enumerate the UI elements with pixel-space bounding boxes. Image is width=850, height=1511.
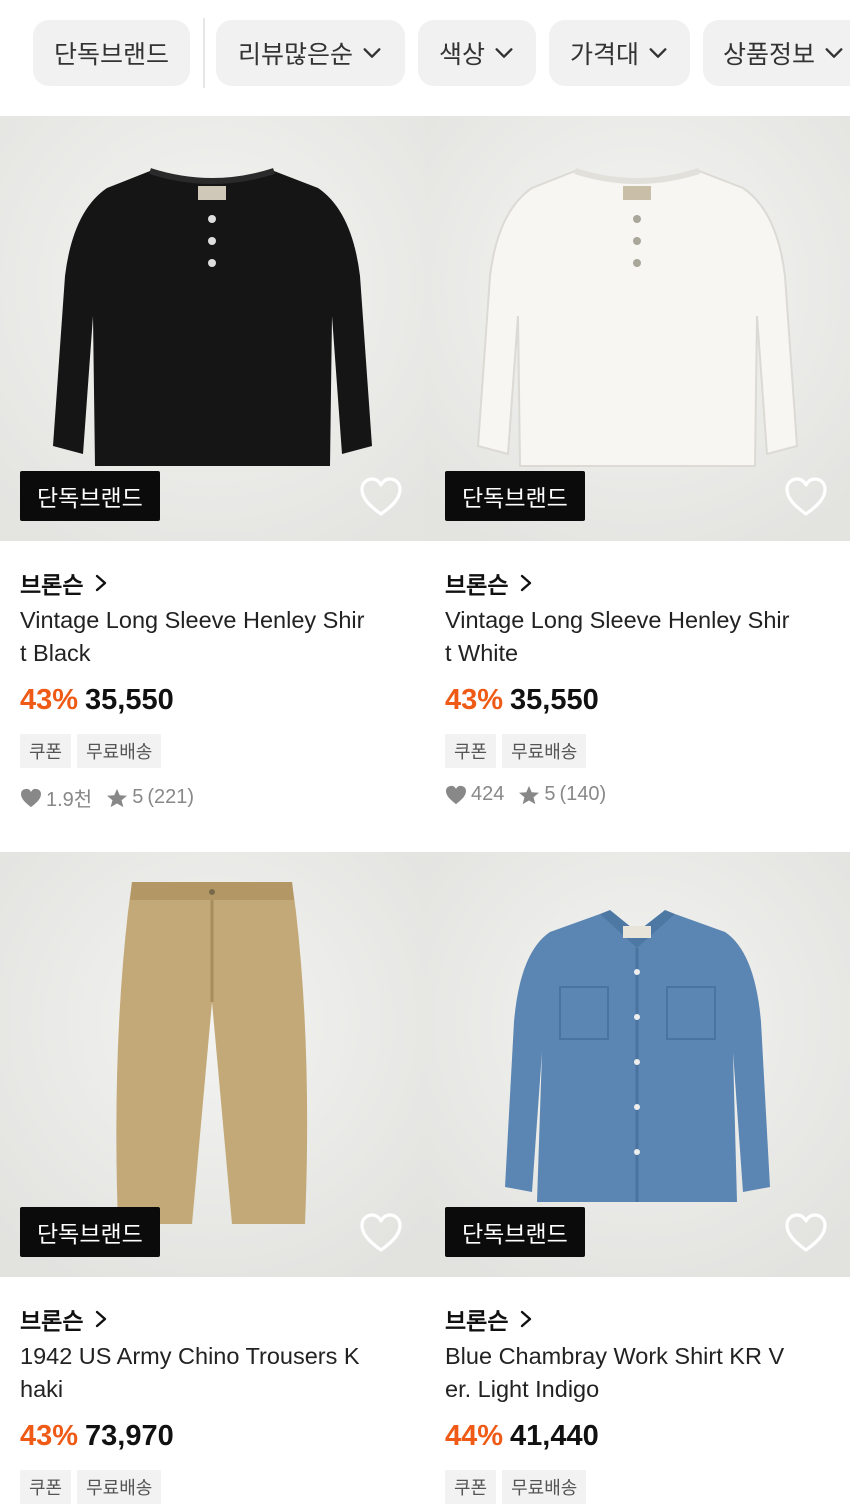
filter-chip-color[interactable]: 색상 (418, 20, 536, 86)
price-amount: 35,550 (510, 684, 599, 716)
review-count: (140) (559, 783, 607, 805)
tag-list: 쿠폰 무료배송 (20, 734, 162, 768)
product-image[interactable]: 단독브랜드 (0, 116, 425, 541)
price-row: 43% 35,550 (20, 684, 174, 717)
filter-chip-sort[interactable]: 리뷰많은순 (216, 20, 405, 86)
product-card[interactable]: 단독브랜드 브론슨 Vintage Long Sleeve Henley Shi… (0, 116, 425, 836)
exclusive-brand-badge: 단독브랜드 (20, 1207, 160, 1257)
product-title[interactable]: Vintage Long Sleeve Henley Shirt White (445, 604, 790, 670)
chevron-right-icon (96, 574, 107, 592)
exclusive-brand-badge: 단독브랜드 (445, 471, 585, 521)
chevron-right-icon (96, 1310, 107, 1328)
brand-name: 브론슨 (445, 573, 509, 599)
filter-chip-label: 색상 (438, 40, 485, 69)
coupon-tag: 쿠폰 (20, 734, 72, 768)
filter-chip-label: 상품정보 (723, 40, 816, 69)
discount-rate: 44% (445, 1420, 504, 1452)
filter-chip-label: 리뷰많은순 (237, 40, 353, 69)
filter-chip-price[interactable]: 가격대 (549, 20, 690, 86)
brand-link[interactable]: 브론슨 (445, 1302, 534, 1336)
heart-icon[interactable] (359, 477, 403, 517)
filter-chip-exclusive-brand[interactable]: 단독브랜드 (33, 20, 190, 86)
tag-list: 쿠폰 무료배송 (445, 1470, 587, 1504)
product-card[interactable]: 단독브랜드 브론슨 1942 US Army Chino Trousers Kh… (0, 852, 425, 1511)
price-amount: 35,550 (85, 684, 174, 716)
heart-filled-icon (446, 785, 466, 804)
coupon-tag: 쿠폰 (445, 1470, 497, 1504)
product-title[interactable]: 1942 US Army Chino Trousers Khaki (20, 1340, 365, 1406)
brand-link[interactable]: 브론슨 (20, 1302, 109, 1336)
coupon-tag: 쿠폰 (445, 734, 497, 768)
rating-value: 5 (132, 786, 144, 808)
filter-chip-product-info[interactable]: 상품정보 (703, 20, 850, 86)
product-image[interactable]: 단독브랜드 (0, 852, 425, 1277)
chevron-down-icon (495, 48, 513, 58)
chevron-down-icon (825, 48, 843, 58)
heart-filled-icon (21, 788, 41, 807)
tag-list: 쿠폰 무료배송 (445, 734, 587, 768)
free-shipping-tag: 무료배송 (502, 1470, 587, 1504)
tag-list: 쿠폰 무료배송 (20, 1470, 162, 1504)
review-count: (221) (147, 786, 195, 808)
product-image[interactable]: 단독브랜드 (425, 852, 850, 1277)
filter-chip-label: 단독브랜드 (53, 40, 169, 69)
free-shipping-tag: 무료배송 (77, 734, 162, 768)
price-row: 43% 35,550 (445, 684, 599, 717)
discount-rate: 43% (20, 1420, 79, 1452)
heart-icon[interactable] (784, 1213, 828, 1253)
coupon-tag: 쿠폰 (20, 1470, 72, 1504)
chevron-down-icon (649, 48, 667, 58)
brand-link[interactable]: 브론슨 (20, 566, 109, 600)
price-amount: 73,970 (85, 1420, 174, 1452)
price-row: 44% 41,440 (445, 1420, 599, 1453)
price-amount: 41,440 (510, 1420, 599, 1452)
free-shipping-tag: 무료배송 (502, 734, 587, 768)
product-stats: 424 5 (140) (445, 783, 606, 806)
filter-divider (203, 18, 205, 88)
discount-rate: 43% (445, 684, 504, 716)
filter-chip-label: 가격대 (569, 40, 639, 69)
product-card[interactable]: 단독브랜드 브론슨 Vintage Long Sleeve Henley Shi… (425, 116, 850, 836)
exclusive-brand-badge: 단독브랜드 (20, 471, 160, 521)
product-card[interactable]: 단독브랜드 브론슨 Blue Chambray Work Shirt KR Ve… (425, 852, 850, 1511)
like-count: 424 (471, 783, 505, 805)
chevron-down-icon (363, 48, 381, 58)
discount-rate: 43% (20, 684, 79, 716)
product-title[interactable]: Blue Chambray Work Shirt KR Ver. Light I… (445, 1340, 790, 1406)
brand-link[interactable]: 브론슨 (445, 566, 534, 600)
free-shipping-tag: 무료배송 (77, 1470, 162, 1504)
rating-value: 5 (544, 783, 556, 805)
product-title[interactable]: Vintage Long Sleeve Henley Shirt Black (20, 604, 365, 670)
chevron-right-icon (521, 1310, 532, 1328)
exclusive-brand-badge: 단독브랜드 (445, 1207, 585, 1257)
price-row: 43% 73,970 (20, 1420, 174, 1453)
chevron-right-icon (521, 574, 532, 592)
product-stats: 1.9천 5 (221) (20, 783, 194, 812)
star-icon (519, 785, 540, 804)
filter-bar: 단독브랜드 리뷰많은순 색상 가격대 상품정보 (0, 0, 850, 110)
heart-icon[interactable] (359, 1213, 403, 1253)
like-count: 1.9천 (46, 789, 93, 811)
heart-icon[interactable] (784, 477, 828, 517)
product-image[interactable]: 단독브랜드 (425, 116, 850, 541)
star-icon (107, 788, 128, 807)
brand-name: 브론슨 (20, 1309, 84, 1335)
brand-name: 브론슨 (445, 1309, 509, 1335)
brand-name: 브론슨 (20, 573, 84, 599)
